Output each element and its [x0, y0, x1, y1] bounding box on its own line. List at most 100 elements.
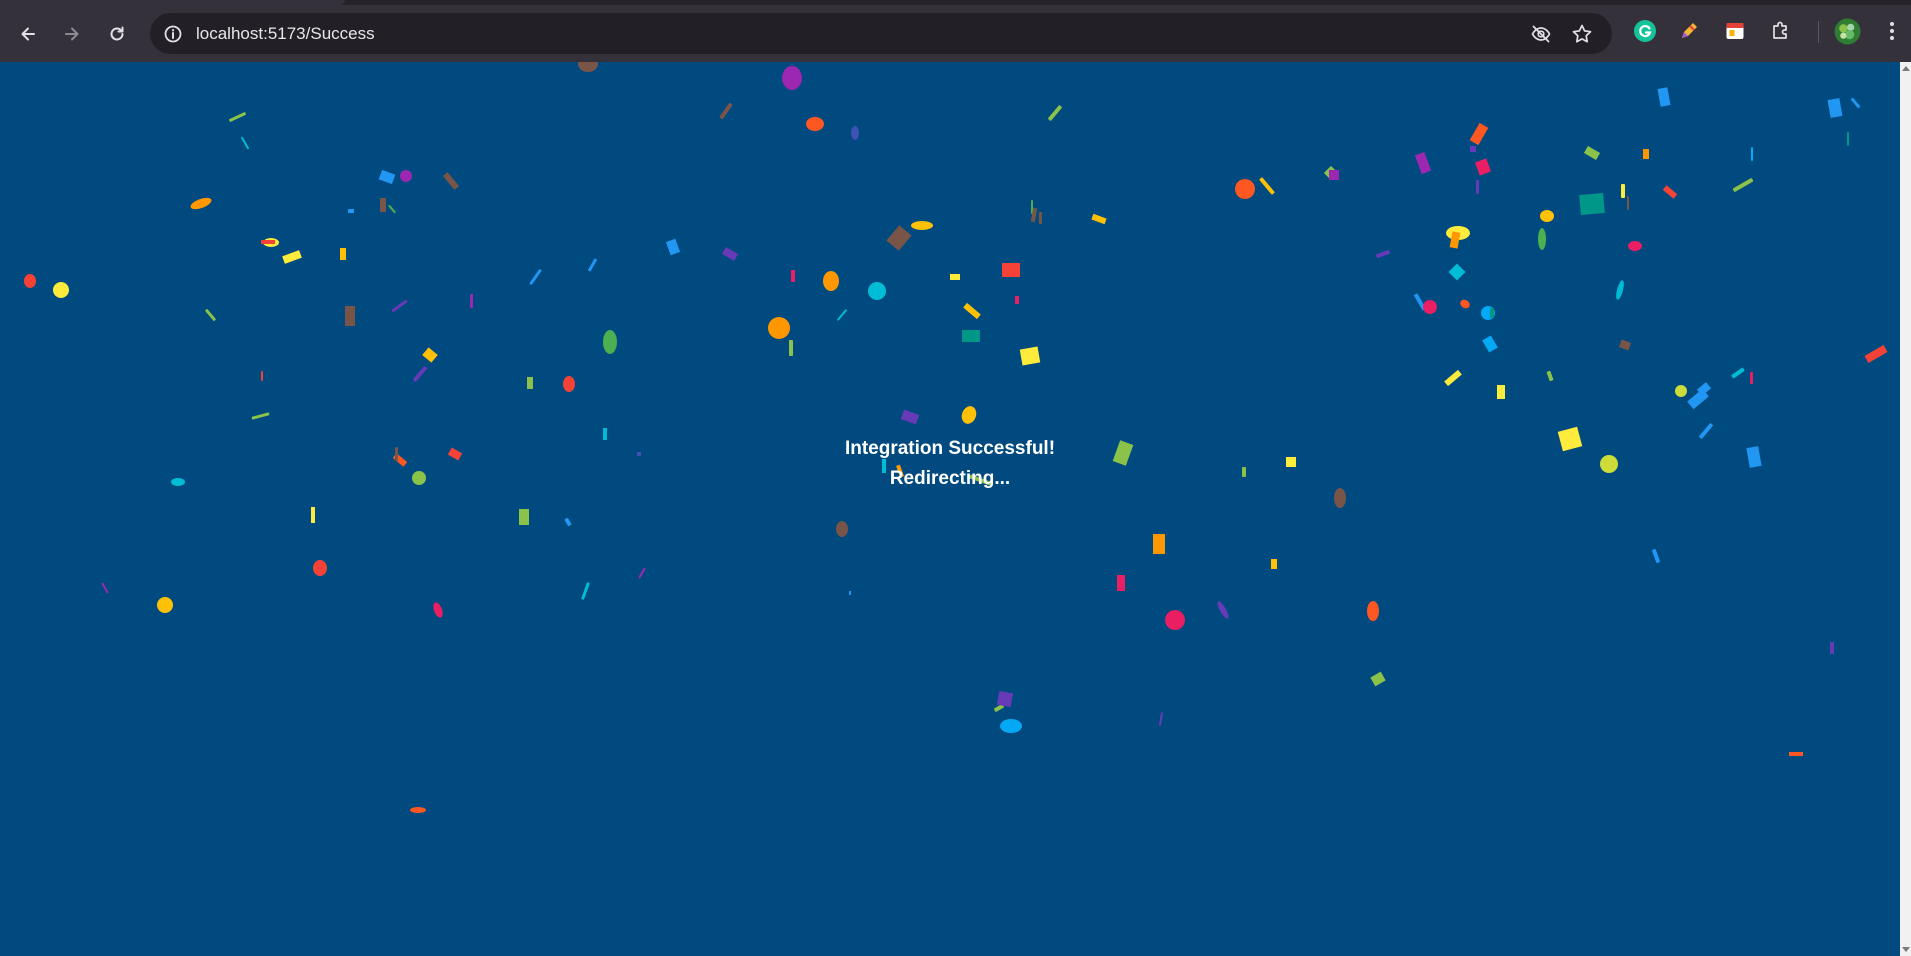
grammarly-icon[interactable] [1633, 19, 1657, 43]
arrow-left-icon [21, 27, 35, 41]
confetti-piece [1731, 367, 1745, 379]
confetti-piece [886, 225, 912, 251]
confetti-piece [431, 601, 445, 619]
active-tab-edge[interactable] [0, 0, 345, 5]
bookmark-star-icon[interactable] [1571, 23, 1593, 45]
confetti-piece [311, 507, 315, 523]
url-text[interactable]: localhost:5173/Success [196, 24, 375, 44]
confetti-piece [1579, 192, 1605, 216]
confetti-piece [470, 294, 473, 308]
success-message: Integration Successful! Redirecting... [838, 434, 1062, 494]
back-button[interactable] [11, 17, 45, 51]
confetti-piece [1117, 575, 1125, 591]
confetti-piece [101, 582, 109, 594]
confetti-piece [1469, 122, 1489, 146]
confetti-piece [1019, 346, 1041, 366]
confetti-piece [388, 204, 396, 214]
confetti-piece [1002, 263, 1020, 277]
confetti-piece [1557, 426, 1583, 452]
confetti-piece [849, 591, 851, 595]
confetti-piece [422, 347, 438, 363]
reload-icon [110, 26, 124, 41]
confetti-piece [1540, 210, 1554, 222]
confetti-piece [261, 371, 263, 381]
confetti-piece [1235, 179, 1255, 199]
vertical-scrollbar[interactable] [1900, 62, 1911, 956]
confetti-piece [665, 238, 681, 256]
confetti-piece [1334, 488, 1346, 508]
confetti-piece [1158, 711, 1164, 727]
confetti-piece [1367, 601, 1379, 621]
confetti-piece [228, 111, 247, 123]
confetti-piece [412, 365, 428, 383]
arrow-right-icon [65, 27, 79, 41]
site-info-icon[interactable] [162, 23, 184, 45]
confetti-piece [782, 66, 802, 90]
confetti-piece [1662, 185, 1678, 199]
confetti-piece [1643, 149, 1649, 159]
confetti-piece [719, 102, 733, 120]
confetti-piece [1112, 440, 1134, 466]
confetti-piece [564, 517, 572, 527]
confetti-piece [836, 521, 848, 537]
confetti-piece [836, 308, 848, 322]
confetti-piece [1153, 534, 1165, 554]
confetti-piece [1286, 457, 1296, 467]
forward-button[interactable] [55, 17, 89, 51]
confetti-piece [1030, 207, 1038, 223]
confetti-piece [1864, 345, 1888, 363]
confetti-piece [1047, 104, 1063, 122]
confetti-piece [529, 268, 542, 286]
confetti-piece [587, 258, 598, 272]
confetti-piece [157, 597, 173, 613]
profile-avatar[interactable] [1834, 18, 1861, 45]
confetti-piece [868, 282, 886, 300]
confetti-piece [53, 282, 69, 298]
confetti-piece [1000, 719, 1022, 733]
confetti-piece [1651, 548, 1661, 564]
confetti-piece [637, 452, 641, 456]
confetti-piece [1474, 158, 1492, 176]
confetti-piece [410, 807, 426, 813]
confetti-piece [1732, 177, 1754, 193]
scroll-up-arrow-icon[interactable] [1902, 66, 1910, 71]
address-bar[interactable]: localhost:5173/Success [150, 13, 1612, 54]
confetti-piece [1015, 296, 1019, 304]
confetti-piece [1444, 369, 1462, 387]
success-page [0, 62, 1900, 956]
confetti-piece [1698, 422, 1714, 440]
calendar-extension-icon[interactable] [1723, 19, 1747, 43]
confetti-piece [1827, 98, 1843, 118]
confetti-piece [519, 509, 529, 525]
eye-slash-icon[interactable] [1530, 23, 1552, 45]
confetti-piece [851, 126, 859, 140]
success-title: Integration Successful! [844, 438, 1056, 459]
extensions-puzzle-icon[interactable] [1768, 19, 1792, 43]
confetti-piece [963, 302, 981, 320]
confetti-piece [603, 330, 617, 354]
redirect-text: Redirecting... [889, 468, 1011, 489]
confetti-piece [1657, 87, 1671, 107]
confetti-piece [962, 330, 980, 342]
confetti-piece [204, 308, 217, 322]
confetti-piece [1091, 213, 1107, 225]
confetti-piece [1458, 298, 1472, 310]
confetti-piece [395, 447, 398, 461]
pen-extension-icon[interactable] [1677, 19, 1701, 43]
confetti-piece [1215, 599, 1231, 621]
scroll-down-arrow-icon[interactable] [1902, 947, 1910, 952]
confetti-piece [1448, 263, 1466, 281]
confetti-piece [412, 471, 426, 485]
confetti-piece [1847, 132, 1849, 146]
confetti-piece [900, 409, 920, 425]
confetti-piece [313, 560, 327, 576]
confetti-piece [1750, 372, 1753, 384]
confetti-piece [348, 209, 354, 213]
chrome-menu-icon[interactable] [1880, 19, 1904, 43]
reload-button[interactable] [100, 17, 134, 51]
confetti-piece [400, 170, 412, 182]
confetti-piece [1850, 97, 1861, 109]
confetti-piece [996, 690, 1014, 708]
confetti-piece [1628, 241, 1642, 251]
confetti-piece [1482, 335, 1498, 353]
